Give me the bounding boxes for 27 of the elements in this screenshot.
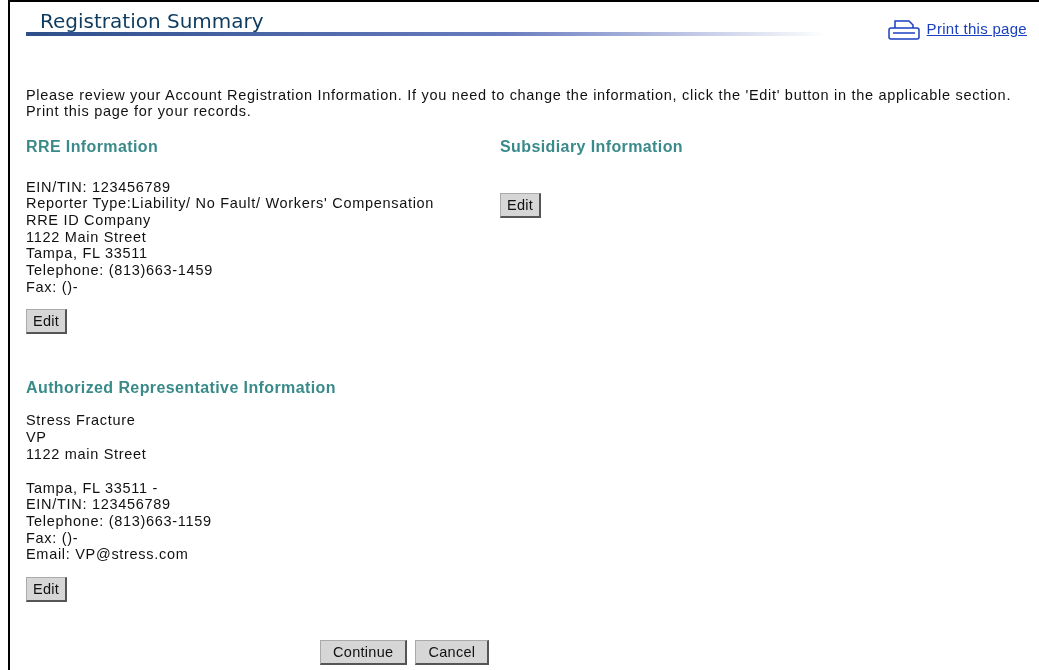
cancel-button[interactable]: Cancel xyxy=(415,640,490,666)
printer-icon[interactable] xyxy=(886,18,923,41)
info-line: Fax: ()- xyxy=(26,278,80,296)
edit-button[interactable]: Edit xyxy=(26,309,68,335)
info-line: Tampa, FL 33511 - xyxy=(26,479,159,497)
print-link[interactable]: Print this page xyxy=(926,18,1027,41)
section-heading: Subsidiary Information xyxy=(500,136,684,157)
section-heading: RRE Information xyxy=(26,136,160,157)
info-line: 1122 Main Street xyxy=(26,228,148,246)
info-line: RRE ID Company xyxy=(26,211,153,229)
info-line: Stress Fracture xyxy=(26,412,137,430)
info-line: EIN/TIN: 123456789 xyxy=(26,178,172,196)
edit-button[interactable]: Edit xyxy=(500,192,542,218)
info-line: 1122 main Street xyxy=(26,445,148,463)
section-heading: Authorized Representative Information xyxy=(26,378,337,399)
instructions-text: Please review your Account Registration Information. If you need to change the information, click the 'Edit' button in the applicable section. Print this page for your records. xyxy=(26,86,1013,119)
info-line: Telephone: (813)663-1159 xyxy=(26,512,213,530)
info-line: Tampa, FL 33511 xyxy=(26,245,149,262)
info-line: Fax: ()- xyxy=(26,529,80,547)
continue-button[interactable]: Continue xyxy=(320,640,408,666)
info-line: VP xyxy=(26,429,48,446)
info-line: EIN/TIN: 123456789 xyxy=(26,496,172,513)
edit-button[interactable]: Edit xyxy=(26,577,68,603)
info-line: Email: VP@stress.com xyxy=(26,546,190,564)
info-line: Telephone: (813)663-1459 xyxy=(26,262,214,279)
page-title: Registration Summary xyxy=(40,10,265,32)
info-line: Reporter Type:Liability/ No Fault/ Workers' Compensation xyxy=(26,195,436,212)
